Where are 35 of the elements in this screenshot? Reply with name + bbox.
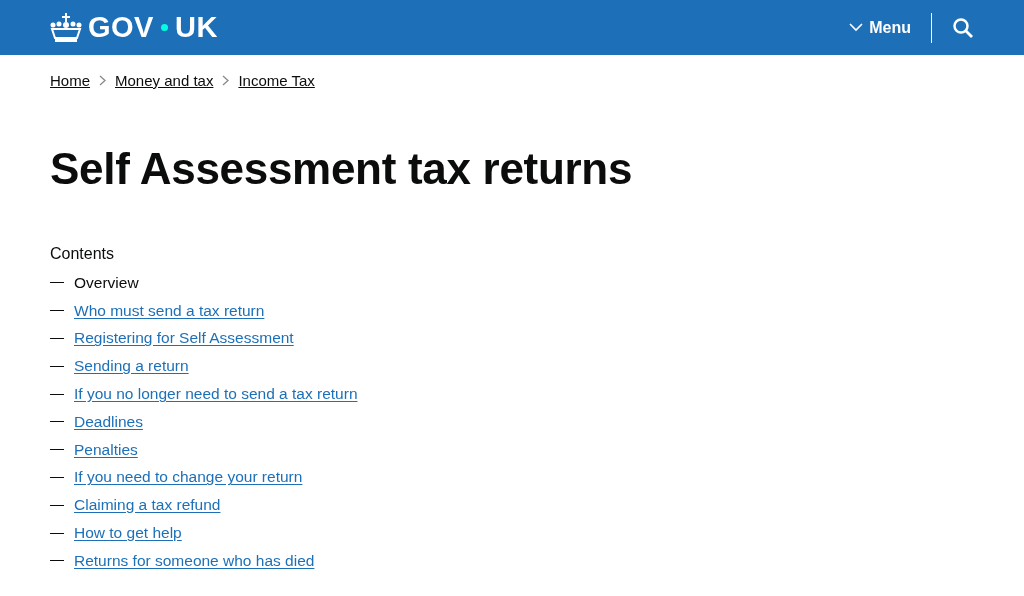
contents-link[interactable]: If you no longer need to send a tax return xyxy=(74,385,358,404)
breadcrumb-link[interactable]: Income Tax xyxy=(238,72,315,89)
contents-link[interactable]: Penalties xyxy=(74,440,138,459)
contents-link[interactable]: Who must send a tax return xyxy=(74,301,265,320)
chevron-right-icon xyxy=(99,75,106,86)
breadcrumb-link[interactable]: Money and tax xyxy=(115,72,214,89)
search-icon xyxy=(952,16,974,39)
gov-uk-logo[interactable]: GOV UK xyxy=(50,11,218,44)
contents-link[interactable]: How to get help xyxy=(74,524,182,543)
contents-link[interactable]: Returns for someone who has died xyxy=(74,551,315,570)
contents-link[interactable]: Deadlines xyxy=(74,412,143,431)
dot-icon xyxy=(160,24,168,31)
contents-link[interactable]: If you need to change your return xyxy=(74,468,303,487)
contents-link[interactable]: Sending a return xyxy=(74,357,189,376)
contents-link[interactable]: Registering for Self Assessment xyxy=(74,329,294,348)
current-contents-item: Overview xyxy=(74,273,139,292)
dash-icon xyxy=(50,310,64,312)
page-title: Self Assessment tax returns xyxy=(50,144,634,194)
dash-icon xyxy=(50,282,64,284)
dash-icon xyxy=(50,449,64,451)
dash-icon xyxy=(50,421,64,423)
chevron-right-icon xyxy=(222,75,230,86)
dash-icon xyxy=(50,504,64,506)
chevron-down-icon xyxy=(849,23,864,32)
dash-icon xyxy=(50,365,64,367)
dash-icon xyxy=(50,338,64,339)
dash-icon xyxy=(50,476,64,478)
dash-icon xyxy=(50,532,64,534)
menu-button[interactable]: Menu xyxy=(849,12,932,43)
contents-link[interactable]: Claiming a tax refund xyxy=(74,496,221,515)
crown-icon xyxy=(50,12,82,43)
contents-heading: Contents xyxy=(50,245,116,263)
breadcrumb-link[interactable]: Home xyxy=(50,72,90,89)
dash-icon xyxy=(50,393,64,395)
dash-icon xyxy=(50,560,64,562)
